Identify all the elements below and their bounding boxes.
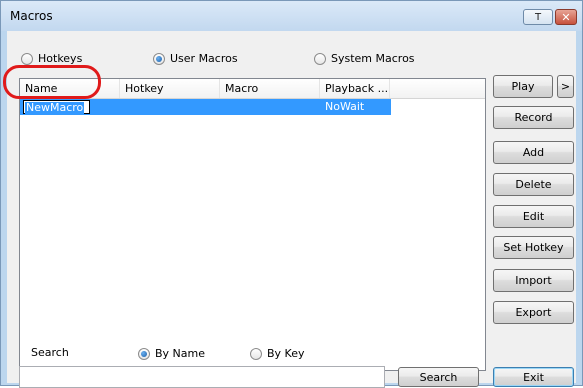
highlight-annotation bbox=[3, 65, 101, 99]
radio-circle[interactable] bbox=[250, 347, 262, 360]
exit-button[interactable]: Exit bbox=[493, 367, 574, 387]
radio-by-key[interactable]: By Key bbox=[250, 347, 305, 360]
set-hotkey-button-label: Set Hotkey bbox=[503, 241, 564, 254]
cell-macro bbox=[220, 99, 320, 115]
delete-button-label: Delete bbox=[515, 178, 552, 191]
radio-user-macros-label: User Macros bbox=[170, 52, 238, 65]
search-label: Search bbox=[31, 346, 69, 359]
add-button[interactable]: Add bbox=[493, 141, 574, 164]
set-hotkey-button[interactable]: Set Hotkey bbox=[493, 236, 574, 259]
radio-by-key-label: By Key bbox=[267, 347, 305, 360]
edit-button[interactable]: Edit bbox=[493, 205, 574, 228]
edit-button-label: Edit bbox=[522, 210, 545, 223]
delete-button[interactable]: Delete bbox=[493, 173, 574, 196]
import-button[interactable]: Import bbox=[493, 269, 574, 292]
radio-system-macros[interactable]: System Macros bbox=[314, 52, 415, 65]
add-button-label: Add bbox=[522, 146, 545, 159]
window-title: Macros bbox=[10, 9, 53, 23]
radio-circle-selected[interactable] bbox=[138, 347, 150, 360]
radio-by-name-label: By Name bbox=[155, 347, 206, 360]
radio-circle[interactable] bbox=[21, 52, 33, 65]
cell-playback: NoWait bbox=[325, 100, 365, 113]
macro-list[interactable]: Name Hotkey Macro Playback ... NoWait Ne… bbox=[19, 78, 486, 371]
title-bar[interactable]: Macros T ✕ bbox=[1, 1, 582, 31]
exit-button-label: Exit bbox=[523, 370, 544, 384]
column-header-hotkey[interactable]: Hotkey bbox=[120, 79, 220, 98]
play-options-button[interactable]: > bbox=[557, 75, 574, 98]
export-button-label: Export bbox=[515, 306, 552, 319]
import-button-label: Import bbox=[515, 274, 552, 287]
play-button-label: Play bbox=[511, 80, 535, 93]
radio-hotkeys[interactable]: Hotkeys bbox=[21, 52, 82, 65]
help-icon: T bbox=[534, 11, 542, 23]
search-button-label: Search bbox=[419, 370, 458, 384]
search-input[interactable] bbox=[19, 366, 385, 388]
macros-window: Macros T ✕ Hotkeys User Macros System Ma… bbox=[0, 0, 583, 388]
radio-circle[interactable] bbox=[314, 52, 326, 65]
search-button[interactable]: Search bbox=[398, 367, 479, 387]
radio-user-macros[interactable]: User Macros bbox=[153, 52, 238, 65]
record-button[interactable]: Record bbox=[493, 106, 574, 129]
column-header-macro[interactable]: Macro bbox=[220, 79, 320, 98]
export-button[interactable]: Export bbox=[493, 301, 574, 324]
radio-system-macros-label: System Macros bbox=[331, 52, 415, 65]
close-icon: ✕ bbox=[561, 10, 571, 24]
play-button[interactable]: Play bbox=[493, 75, 553, 98]
column-header-filler bbox=[390, 79, 485, 98]
rename-edit-box[interactable]: NewMacro bbox=[23, 100, 90, 114]
radio-circle-selected[interactable] bbox=[153, 52, 165, 65]
help-button[interactable]: T bbox=[523, 9, 553, 25]
record-button-label: Record bbox=[514, 111, 553, 124]
radio-by-name[interactable]: By Name bbox=[138, 347, 205, 360]
column-header-playback[interactable]: Playback ... bbox=[320, 79, 390, 98]
cell-hotkey bbox=[120, 99, 220, 115]
rename-edit-text[interactable]: NewMacro bbox=[25, 102, 85, 114]
close-button[interactable]: ✕ bbox=[555, 9, 577, 25]
radio-hotkeys-label: Hotkeys bbox=[38, 52, 83, 65]
chevron-right-icon: > bbox=[560, 80, 571, 93]
